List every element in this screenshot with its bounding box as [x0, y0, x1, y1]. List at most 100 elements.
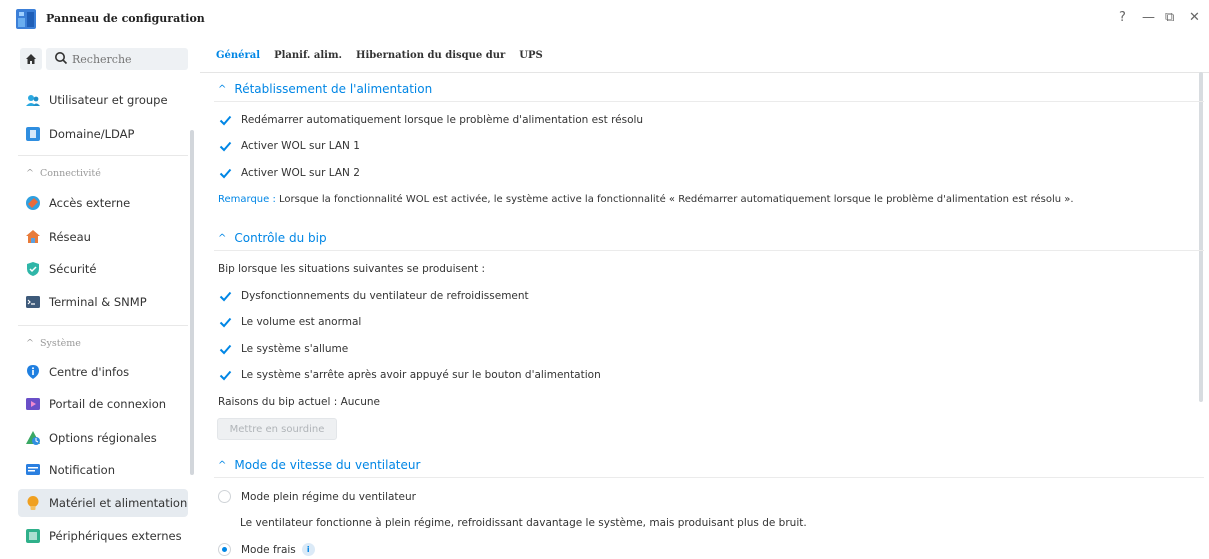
- notification-icon: [26, 464, 40, 475]
- control-panel-app-icon: [16, 9, 36, 29]
- sidebar-item-terminal-snmp[interactable]: Terminal & SNMP: [18, 288, 188, 316]
- sidebar-item-label: Notification: [49, 463, 115, 477]
- shield-icon: [27, 262, 39, 276]
- tab-general[interactable]: Général: [216, 50, 260, 61]
- search-icon: [55, 52, 68, 65]
- window-title: Panneau de configuration: [46, 12, 205, 25]
- title-bar: Panneau de configuration ? — ⧉ ✕: [0, 0, 1209, 38]
- checkbox-label: Le système s'arrête après avoir appuyé s…: [241, 369, 601, 381]
- checkbox-auto-restart[interactable]: Redémarrer automatiquement lorsque le pr…: [218, 113, 643, 127]
- restore-button[interactable]: ⧉: [1165, 10, 1174, 25]
- search-input[interactable]: [72, 51, 182, 67]
- sidebar-item-info-center[interactable]: Centre d'infos: [18, 358, 188, 386]
- main-panel: Général Planif. alim. Hibernation du dis…: [200, 38, 1209, 559]
- sidebar-item-label: Accès externe: [49, 196, 131, 210]
- section-beep-control-header[interactable]: ^ Contrôle du bip: [218, 231, 327, 245]
- external-device-icon: [26, 529, 40, 543]
- section-title: Mode de vitesse du ventilateur: [234, 458, 421, 472]
- sidebar-item-label: Terminal & SNMP: [49, 295, 147, 309]
- checkbox-wol-lan1[interactable]: Activer WOL sur LAN 1: [218, 139, 360, 153]
- tabs-divider: [200, 72, 1209, 73]
- main-scrollbar[interactable]: [1199, 72, 1203, 402]
- minimize-button[interactable]: —: [1142, 10, 1155, 25]
- users-icon: [26, 95, 40, 106]
- sidebar-item-login-portal[interactable]: Portail de connexion: [18, 390, 188, 418]
- checkmark-icon[interactable]: [218, 289, 232, 303]
- sidebar: Utilisateur et groupe Domaine/LDAP ^ Con…: [0, 38, 200, 559]
- close-button[interactable]: ✕: [1189, 10, 1200, 25]
- sidebar-item-label: Portail de connexion: [49, 397, 167, 411]
- checkbox-label: Activer WOL sur LAN 1: [241, 140, 360, 152]
- radio-full-speed-mode[interactable]: Mode plein régime du ventilateur: [218, 490, 416, 503]
- checkbox-system-on[interactable]: Le système s'allume: [218, 342, 348, 356]
- sidebar-item-label: Sécurité: [49, 262, 97, 276]
- chevron-up-icon: ^: [218, 459, 227, 471]
- home-button[interactable]: [20, 48, 42, 70]
- checkbox-label: Le système s'allume: [241, 343, 349, 355]
- tab-power-schedule[interactable]: Planif. alim.: [274, 50, 342, 61]
- note-label: Remarque :: [218, 194, 276, 205]
- sidebar-item-domain-ldap[interactable]: Domaine/LDAP: [18, 120, 188, 148]
- checkbox-system-off[interactable]: Le système s'arrête après avoir appuyé s…: [218, 368, 601, 382]
- regional-icon: [26, 431, 40, 445]
- tab-ups[interactable]: UPS: [519, 50, 542, 61]
- bulb-icon: [27, 496, 39, 510]
- sidebar-item-regional-options[interactable]: Options régionales: [18, 424, 188, 452]
- tab-hdd-hibernation[interactable]: Hibernation du disque dur: [356, 50, 505, 61]
- beep-current-reason: Raisons du bip actuel : Aucune: [218, 396, 380, 408]
- chevron-up-icon: ^: [26, 338, 40, 349]
- search-box[interactable]: [46, 48, 188, 70]
- checkbox-wol-lan2[interactable]: Activer WOL sur LAN 2: [218, 166, 360, 180]
- radio-button[interactable]: [218, 490, 231, 503]
- info-icon[interactable]: i: [301, 543, 315, 556]
- info-icon: [27, 365, 39, 379]
- checkbox-volume-abnormal[interactable]: Le volume est anormal: [218, 315, 361, 329]
- checkbox-label: Redémarrer automatiquement lorsque le pr…: [241, 114, 644, 126]
- note-text: Lorsque la fonctionnalité WOL est activé…: [279, 194, 1074, 205]
- mute-button[interactable]: Mettre en sourdine: [217, 418, 337, 440]
- chevron-up-icon: ^: [218, 232, 227, 244]
- checkbox-label: Le volume est anormal: [241, 316, 362, 328]
- tab-bar: Général Planif. alim. Hibernation du dis…: [216, 50, 543, 61]
- checkbox-fan-failure[interactable]: Dysfonctionnements du ventilateur de ref…: [218, 289, 529, 303]
- section-divider: [214, 250, 1204, 251]
- sidebar-item-label: Options régionales: [49, 431, 157, 445]
- sidebar-item-external-access[interactable]: Accès externe: [18, 189, 188, 217]
- help-button[interactable]: ?: [1119, 10, 1126, 25]
- chevron-up-icon: ^: [26, 168, 40, 179]
- sidebar-section-connectivity[interactable]: ^ Connectivité: [26, 168, 101, 179]
- sidebar-item-label: Périphériques externes: [49, 529, 182, 543]
- checkbox-label: Dysfonctionnements du ventilateur de ref…: [241, 290, 529, 302]
- sidebar-item-hardware-power[interactable]: Matériel et alimentation: [18, 489, 188, 517]
- sidebar-item-label: Utilisateur et groupe: [49, 93, 168, 107]
- sidebar-section-system[interactable]: ^ Système: [26, 338, 81, 349]
- sidebar-item-notification[interactable]: Notification: [18, 456, 188, 484]
- home-icon: [26, 54, 36, 64]
- external-access-icon: [26, 196, 40, 210]
- radio-button[interactable]: [218, 543, 231, 556]
- section-title: Contrôle du bip: [234, 231, 327, 245]
- checkmark-icon[interactable]: [218, 113, 232, 127]
- section-fan-speed-header[interactable]: ^ Mode de vitesse du ventilateur: [218, 458, 420, 472]
- domain-icon: [26, 127, 40, 141]
- checkmark-icon[interactable]: [218, 139, 232, 153]
- checkmark-icon[interactable]: [218, 166, 232, 180]
- sidebar-divider: [18, 325, 188, 326]
- section-title: Rétablissement de l'alimentation: [234, 82, 433, 96]
- full-speed-description: Le ventilateur fonctionne à plein régime…: [240, 517, 807, 529]
- portal-icon: [26, 398, 40, 410]
- radio-label: Mode plein régime du ventilateur: [241, 490, 416, 503]
- sidebar-item-security[interactable]: Sécurité: [18, 255, 188, 283]
- section-power-recovery-header[interactable]: ^ Rétablissement de l'alimentation: [218, 82, 432, 96]
- network-icon: [26, 230, 40, 243]
- sidebar-item-users[interactable]: Utilisateur et groupe: [18, 86, 188, 114]
- radio-cool-mode[interactable]: Mode frais i: [218, 543, 315, 556]
- sidebar-item-network[interactable]: Réseau: [18, 223, 188, 251]
- sidebar-scrollbar[interactable]: [190, 130, 194, 475]
- checkmark-icon[interactable]: [218, 342, 232, 356]
- checkmark-icon[interactable]: [218, 368, 232, 382]
- sidebar-item-external-devices[interactable]: Périphériques externes: [18, 522, 188, 550]
- checkbox-label: Activer WOL sur LAN 2: [241, 167, 360, 179]
- checkmark-icon[interactable]: [218, 315, 232, 329]
- sidebar-item-label: Réseau: [49, 230, 91, 244]
